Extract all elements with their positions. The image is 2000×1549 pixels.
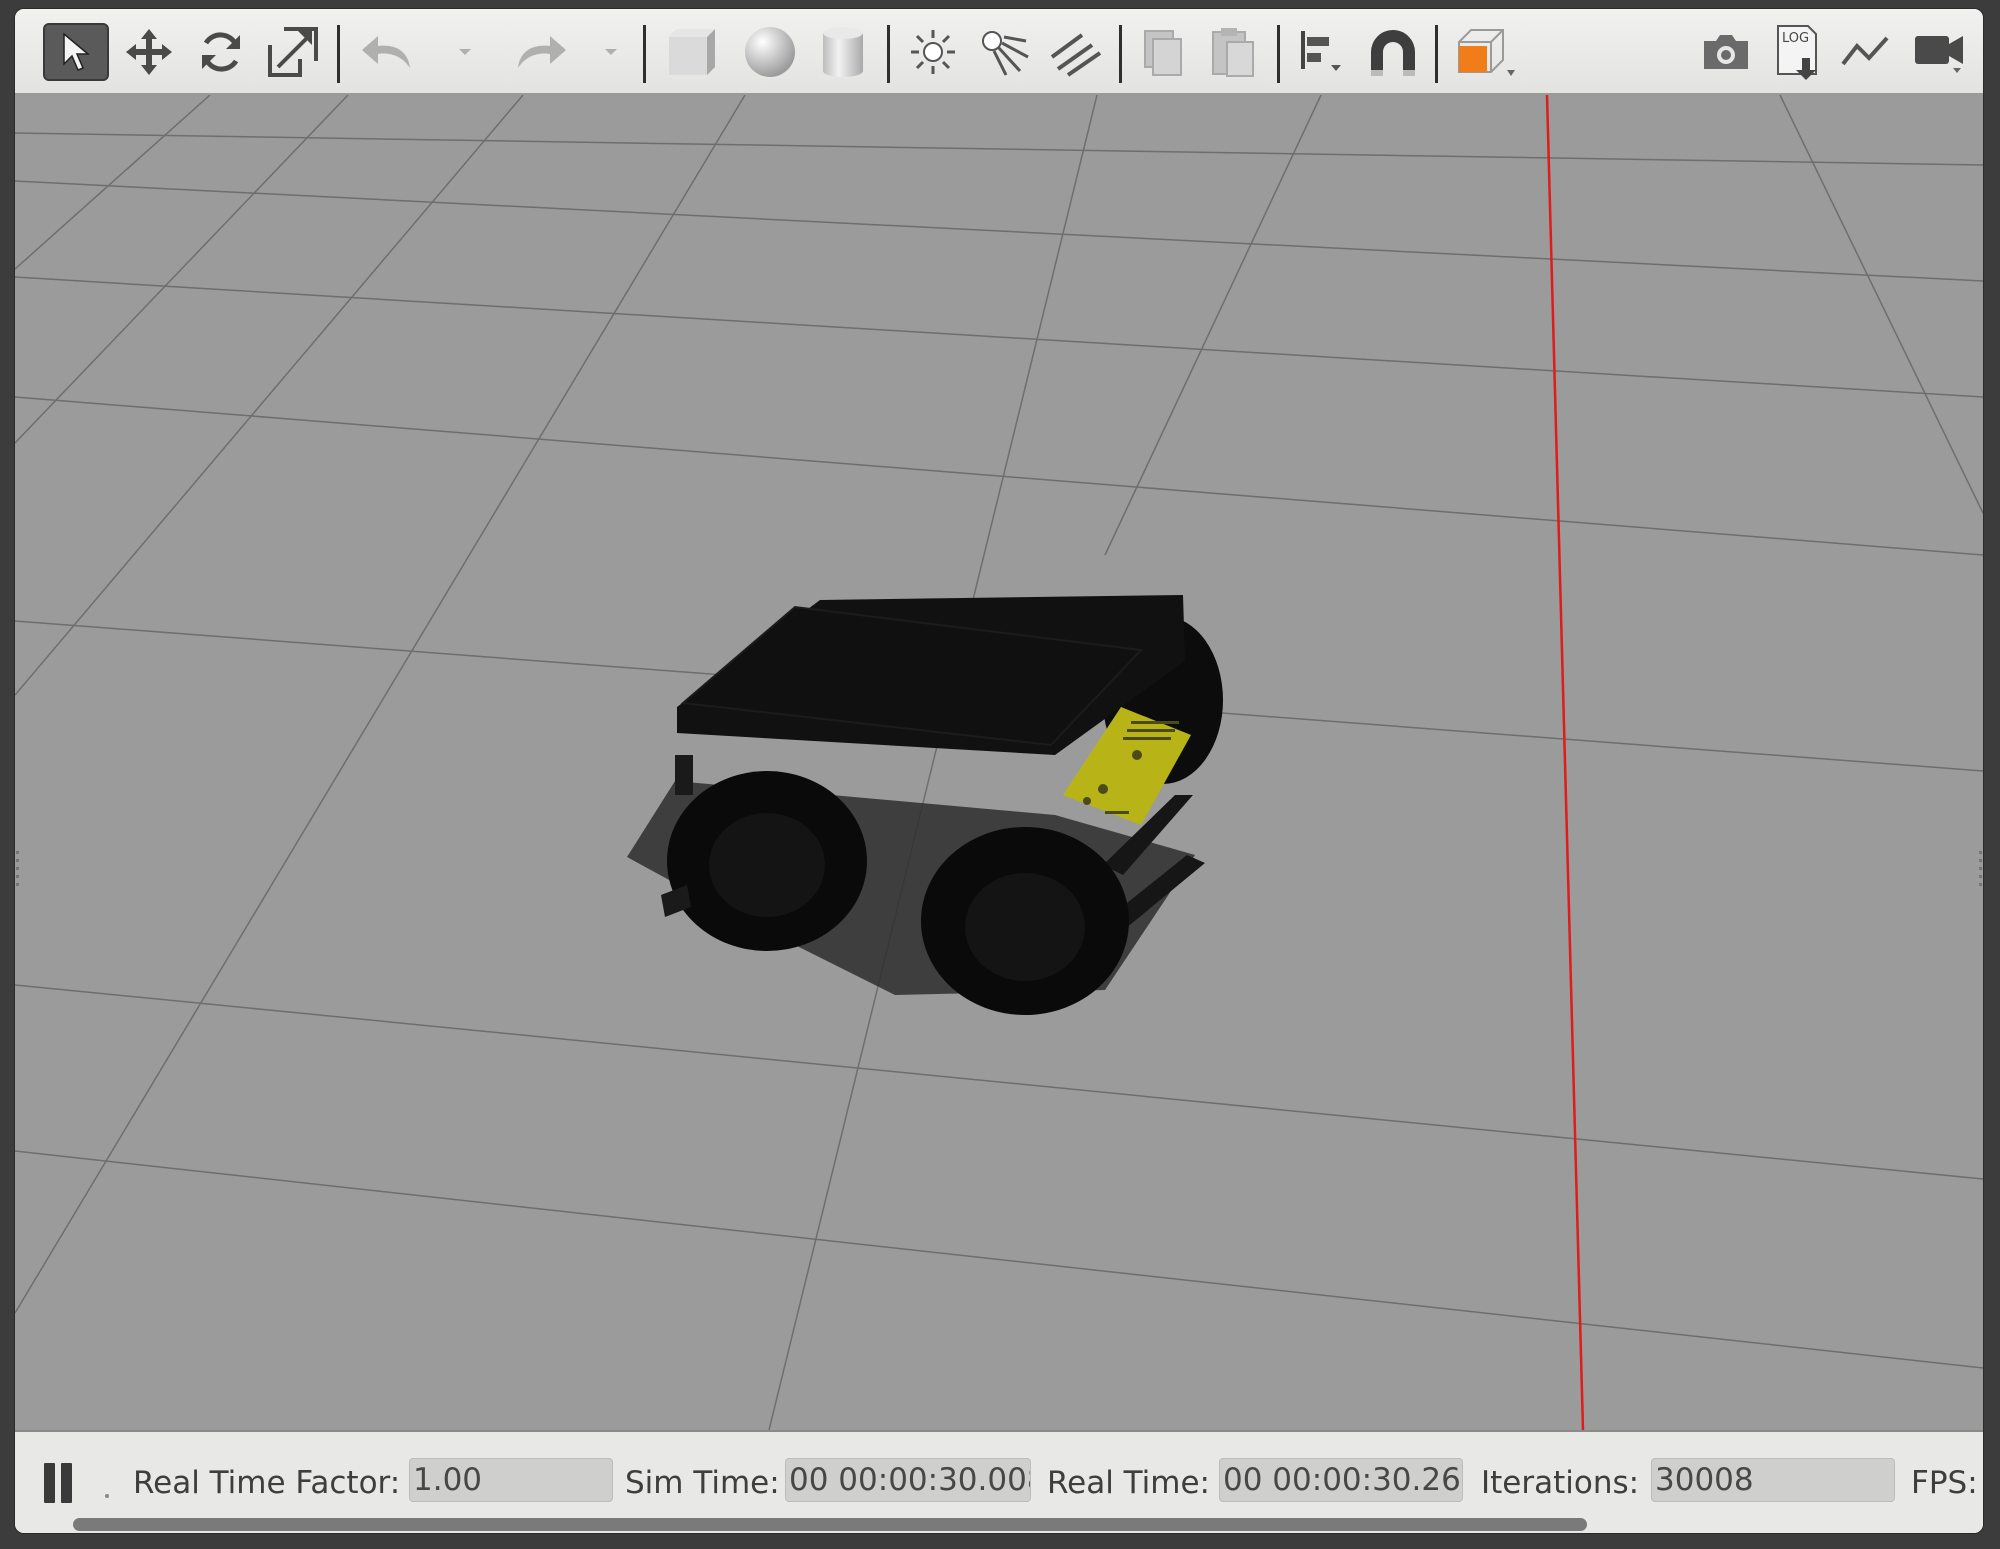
scale-icon (268, 27, 318, 77)
wheel-front-left (667, 771, 867, 951)
spot-light-icon (982, 31, 1029, 76)
align-button[interactable] (1291, 23, 1351, 81)
sim-time-field: 00 00:00:30.008 (785, 1458, 1031, 1502)
plot-button[interactable] (1835, 23, 1899, 81)
status-bar: Real Time Factor: 1.00 Sim Time: 00 00:0… (15, 1430, 1983, 1533)
cylinder-shape-button[interactable] (813, 23, 873, 81)
toolbar-separator (1119, 25, 1122, 83)
toolbar-separator (337, 25, 340, 83)
line-plot-icon (1841, 36, 1889, 66)
sphere-icon (745, 27, 795, 77)
rotate-icon (202, 32, 240, 72)
copy-button[interactable] (1133, 23, 1193, 81)
log-button[interactable]: LOG (1767, 23, 1827, 81)
fps-label: FPS: (1911, 1465, 1978, 1501)
grip-dots-icon (1979, 851, 1982, 886)
step-handle[interactable] (105, 1494, 109, 1498)
select-mode-button[interactable] (43, 23, 109, 81)
undo-history-dropdown[interactable] (445, 23, 485, 81)
move-arrows-icon (126, 29, 172, 75)
sphere-shape-button[interactable] (737, 23, 803, 81)
grip-dots-icon (16, 851, 19, 886)
scale-mode-button[interactable] (263, 23, 323, 81)
chevron-down-icon (605, 49, 617, 55)
video-camera-icon (1915, 36, 1963, 73)
undo-button[interactable] (355, 23, 421, 81)
pause-icon-bar-left (44, 1463, 55, 1503)
point-light-button[interactable] (901, 23, 965, 81)
real-time-field: 00 00:00:30.262 (1219, 1458, 1463, 1502)
horizontal-scrollbar[interactable] (73, 1518, 1587, 1531)
real-time-factor-label: Real Time Factor: (133, 1465, 401, 1501)
toolbar: LOG (15, 9, 1983, 95)
chevron-down-icon (459, 49, 471, 55)
undo-icon (362, 36, 410, 68)
log-icon: LOG (1777, 25, 1817, 80)
paste-icon (1212, 28, 1254, 77)
sim-time-label: Sim Time: (625, 1465, 780, 1501)
redo-button[interactable] (507, 23, 573, 81)
camera-icon (1704, 35, 1748, 69)
real-time-factor-field: 1.00 (409, 1458, 613, 1502)
redo-icon (518, 36, 566, 68)
directional-light-button[interactable] (1043, 23, 1109, 81)
iterations-field: 30008 (1651, 1458, 1895, 1502)
toolbar-separator (643, 25, 646, 83)
rotate-mode-button[interactable] (191, 23, 251, 81)
toolbar-separator (1277, 25, 1280, 83)
record-video-button[interactable] (1907, 23, 1973, 81)
magnet-icon (1371, 30, 1415, 76)
spot-light-button[interactable] (973, 23, 1037, 81)
paste-button[interactable] (1203, 23, 1263, 81)
align-icon (1301, 31, 1341, 71)
translate-mode-button[interactable] (119, 23, 179, 81)
screenshot-button[interactable] (1695, 23, 1757, 81)
cylinder-icon (823, 27, 863, 77)
toolbar-separator (887, 25, 890, 83)
svg-text:LOG: LOG (1782, 31, 1809, 46)
snap-button[interactable] (1363, 23, 1423, 81)
view-cube-icon (1458, 29, 1515, 76)
view-angle-button[interactable] (1449, 23, 1523, 81)
toolbar-separator (1435, 25, 1438, 83)
gazebo-window: LOG Real Time Factor: 1.00 Sim Time: 00 … (14, 8, 1984, 1534)
box-icon (669, 29, 715, 75)
scene-canvas[interactable] (15, 95, 1983, 1430)
point-light-icon (911, 30, 955, 74)
scene-viewport[interactable] (15, 95, 1983, 1430)
copy-icon (1144, 30, 1182, 76)
box-shape-button[interactable] (659, 23, 725, 81)
directional-light-icon (1050, 33, 1102, 77)
pause-button[interactable] (41, 1463, 75, 1503)
redo-history-dropdown[interactable] (591, 23, 631, 81)
pause-icon-bar-right (61, 1463, 72, 1503)
right-panel-handle[interactable] (1978, 845, 1983, 895)
iterations-label: Iterations: (1481, 1465, 1640, 1501)
arrow-cursor-icon (63, 32, 91, 71)
left-panel-handle[interactable] (15, 845, 20, 895)
real-time-label: Real Time: (1047, 1465, 1210, 1501)
wheel-front-right (921, 827, 1129, 1015)
